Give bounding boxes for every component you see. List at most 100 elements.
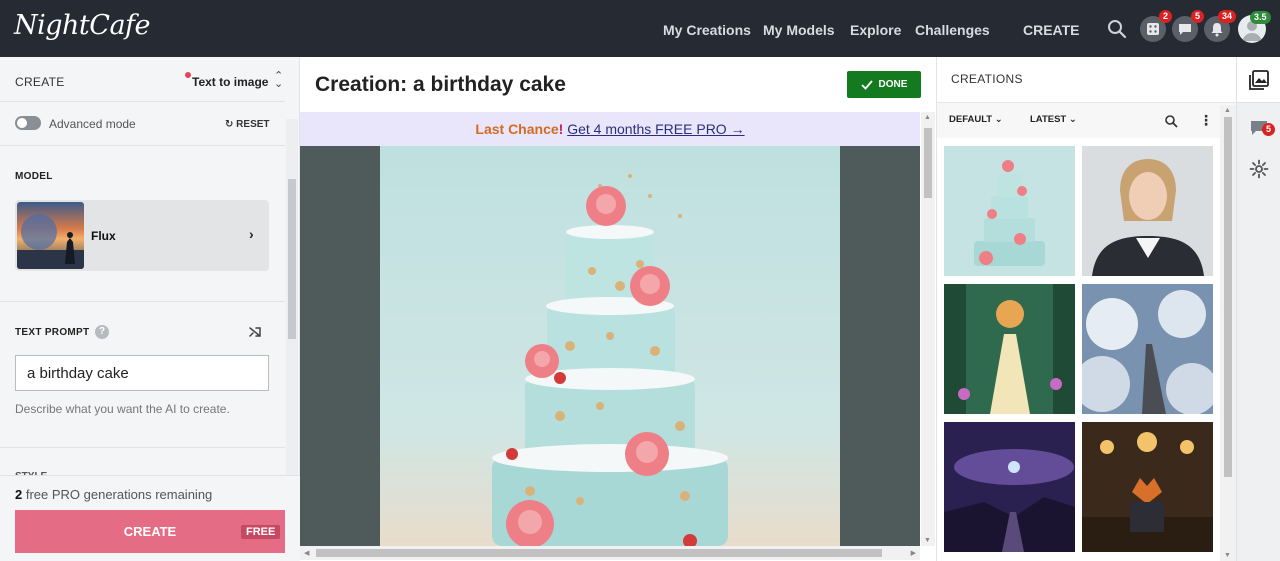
- more-options-icon[interactable]: ⋮: [1199, 112, 1213, 128]
- search-icon[interactable]: [1106, 18, 1128, 40]
- chat-badge: 5: [1190, 10, 1204, 23]
- model-name: Flux: [91, 229, 116, 243]
- done-button[interactable]: DONE: [847, 71, 921, 98]
- divider: [0, 145, 285, 146]
- creation-title: Creation: a birthday cake: [315, 73, 566, 96]
- chat-icon: [1179, 24, 1191, 35]
- reset-label: RESET: [236, 119, 270, 130]
- divider: [0, 447, 285, 448]
- prompt-help-text: Describe what you want the AI to create.: [15, 402, 230, 416]
- settings-gear-icon[interactable]: [1249, 159, 1269, 179]
- search-icon[interactable]: [1164, 114, 1178, 128]
- time-filter-label: LATEST: [1030, 114, 1067, 125]
- text-prompt-label: TEXT PROMPT: [15, 327, 90, 338]
- divider: [0, 101, 285, 102]
- viewer-horizontal-scrollbar[interactable]: ◀ ▶: [300, 546, 920, 560]
- mode-selector[interactable]: Text to image: [192, 75, 268, 89]
- nav-explore[interactable]: Explore: [850, 22, 901, 38]
- chevron-right-icon: ›: [249, 226, 254, 242]
- create-button[interactable]: CREATE FREE: [15, 510, 285, 553]
- shuffle-icon[interactable]: [248, 325, 262, 339]
- dice-icon: [1147, 23, 1159, 35]
- updown-chevron-icon[interactable]: ⌃ ⌄: [274, 71, 283, 90]
- nav-create[interactable]: CREATE: [1023, 22, 1080, 38]
- side-rail: 5: [1236, 57, 1280, 561]
- level-badge: 3.5: [1250, 11, 1271, 24]
- promo-banner: Last Chance! Get 4 months FREE PRO →: [300, 112, 920, 146]
- gallery-tab[interactable]: [1237, 57, 1280, 103]
- chevron-down-icon: ⌄: [994, 114, 1003, 125]
- creation-thumbnail[interactable]: [944, 284, 1075, 414]
- advanced-mode-label: Advanced mode: [49, 117, 136, 131]
- check-icon: [860, 79, 873, 90]
- nav-my-creations[interactable]: My Creations: [663, 22, 751, 38]
- forest-woman-thumbnail: [944, 284, 1075, 414]
- dice-button[interactable]: 2: [1140, 10, 1172, 42]
- creation-thumbnail[interactable]: [944, 146, 1075, 276]
- scroll-down-icon[interactable]: ▼: [1224, 552, 1231, 559]
- nav-my-models[interactable]: My Models: [763, 22, 835, 38]
- model-selector-card[interactable]: Flux ›: [15, 200, 269, 271]
- divider: [0, 301, 285, 302]
- nav-challenges[interactable]: Challenges: [915, 22, 990, 38]
- left-scrollbar[interactable]: [286, 119, 298, 527]
- creation-thumbnail[interactable]: [944, 422, 1075, 552]
- remaining-label: free PRO generations remaining: [22, 487, 213, 502]
- viewer-hscroll-thumb[interactable]: [316, 549, 882, 557]
- notifications-button[interactable]: 34: [1204, 10, 1236, 42]
- sort-filter-label: DEFAULT: [949, 114, 993, 125]
- done-label: DONE: [878, 79, 908, 90]
- promo-last-chance: Last Chance: [475, 121, 559, 137]
- help-icon[interactable]: ?: [95, 325, 109, 339]
- galaxy-stairs-thumbnail: [944, 422, 1075, 552]
- creation-thumbnail[interactable]: [1082, 284, 1213, 414]
- create-footer: 2 free PRO generations remaining CREATE …: [0, 475, 300, 561]
- time-filter-dropdown[interactable]: LATEST ⌄: [1030, 114, 1077, 125]
- dice-badge: 2: [1158, 10, 1172, 23]
- creations-scrollbar-thumb[interactable]: [1224, 117, 1232, 477]
- chat-button[interactable]: 5: [1172, 10, 1204, 42]
- image-viewer: [300, 146, 920, 546]
- reset-button[interactable]: ↻ RESET: [225, 119, 270, 130]
- image-gallery-icon: [1249, 70, 1269, 90]
- creation-viewer-panel: Creation: a birthday cake DONE Last Chan…: [300, 57, 936, 561]
- promo-offer-link[interactable]: Get 4 months FREE PRO →: [567, 121, 744, 137]
- birthday-cake-image: [492, 174, 728, 546]
- chevron-down-icon: ⌄: [1068, 114, 1077, 125]
- creations-filter-bar: DEFAULT ⌄ LATEST ⌄ ⋮: [937, 102, 1237, 138]
- viewer-vertical-scrollbar[interactable]: ▲ ▼: [921, 112, 935, 546]
- scroll-left-icon[interactable]: ◀: [304, 549, 309, 557]
- text-prompt-input[interactable]: [15, 355, 269, 391]
- promo-exclamation: !: [558, 121, 564, 137]
- notifications-badge: 34: [1217, 10, 1236, 23]
- new-indicator-dot: [185, 72, 191, 78]
- creation-image[interactable]: [380, 146, 840, 546]
- create-panel-title: CREATE: [15, 75, 65, 89]
- model-thumbnail: [17, 202, 84, 269]
- create-button-label: CREATE: [123, 524, 177, 539]
- model-section-label: MODEL: [15, 171, 53, 182]
- creation-thumbnail[interactable]: [1082, 422, 1213, 552]
- scroll-right-icon[interactable]: ▶: [911, 549, 916, 557]
- nightcafe-logo[interactable]: NightCafe: [14, 10, 151, 41]
- pro-remaining-text: 2 free PRO generations remaining: [15, 487, 212, 502]
- free-tag: FREE: [241, 525, 281, 539]
- creations-scrollbar[interactable]: ▲ ▼: [1220, 105, 1236, 561]
- sort-filter-dropdown[interactable]: DEFAULT ⌄: [949, 114, 1003, 125]
- birthday-cake-thumbnail: [974, 160, 1045, 266]
- woman-portrait-thumbnail: [1082, 146, 1213, 276]
- comments-badge: 5: [1261, 123, 1275, 136]
- left-scrollbar-thumb[interactable]: [288, 179, 296, 339]
- scroll-up-icon[interactable]: ▲: [1224, 107, 1231, 114]
- stairway-clouds-thumbnail: [1082, 284, 1213, 414]
- scroll-down-icon[interactable]: ▼: [924, 537, 931, 544]
- advanced-mode-toggle[interactable]: [15, 116, 41, 130]
- creation-thumbnail[interactable]: [1082, 146, 1213, 276]
- viewer-vscroll-thumb[interactable]: [924, 128, 932, 198]
- comments-button[interactable]: 5: [1249, 117, 1275, 137]
- create-panel: CREATE Text to image ⌃ ⌄ Advanced mode ↻ …: [0, 57, 300, 561]
- fox-banquet-thumbnail: [1082, 422, 1213, 552]
- top-navbar: NightCafe My Creations My Models Explore…: [0, 0, 1280, 57]
- creations-panel: CREATIONS DEFAULT ⌄ LATEST ⌄ ⋮ ▲ ▼: [936, 57, 1237, 561]
- scroll-up-icon[interactable]: ▲: [924, 114, 931, 121]
